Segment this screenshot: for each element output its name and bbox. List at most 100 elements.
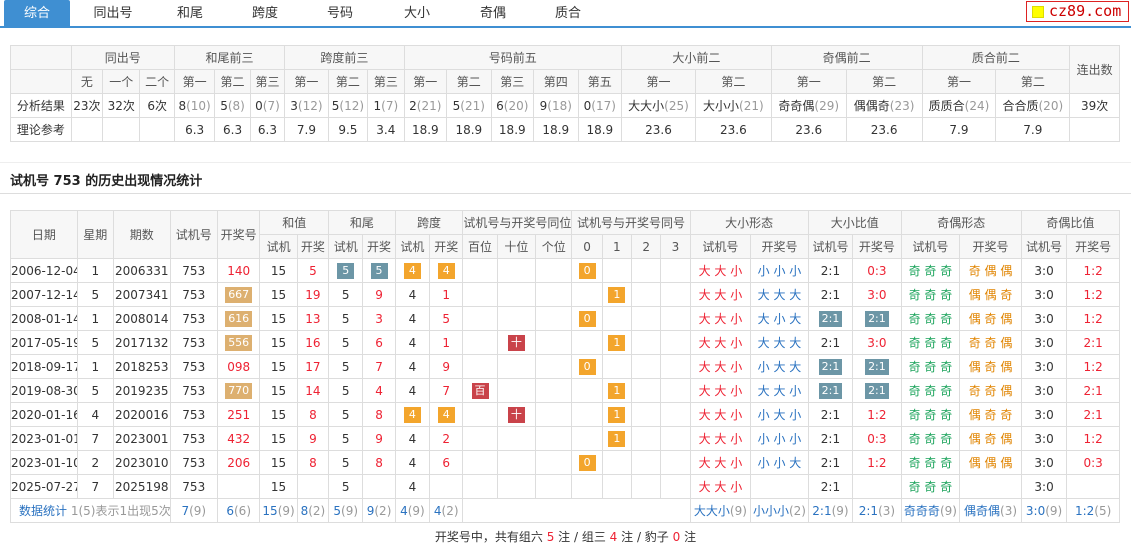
stats-cell: 小小小(2)	[750, 498, 809, 523]
span-cell: 4	[394, 306, 431, 331]
size-ratio-cell: 0:3	[852, 258, 902, 283]
same-number-cell	[660, 402, 691, 427]
col-header: 期数	[112, 210, 171, 259]
same-number-cell	[571, 282, 603, 307]
size-pattern-cell: 大 大 小	[689, 330, 752, 355]
parity-pattern-cell: 奇 奇 偶	[959, 378, 1022, 403]
size-ratio-cell: 2:1	[807, 426, 854, 451]
ref-cell: 6.3	[173, 117, 216, 142]
same-position-cell	[496, 474, 537, 499]
size-pattern-cell: 大 大 小	[750, 378, 809, 403]
same-number-cell	[631, 378, 662, 403]
tab-daxiao[interactable]: 大小	[382, 0, 452, 28]
table-row: 2023-01-01 7 2023001 753 432 15 9 5 9 4 2 1 大 大 小小 小…	[10, 426, 1120, 451]
span-cell: 4	[394, 474, 431, 499]
size-ratio-cell: 1:2	[852, 450, 902, 475]
sum-cell: 15	[259, 330, 298, 355]
stats-cell: 2:1(3)	[852, 498, 902, 523]
size-pattern-cell: 大 大 大	[750, 330, 809, 355]
ref-cell: 6.3	[249, 117, 286, 142]
ref-cell: 23.6	[845, 117, 923, 142]
same-number-cell	[660, 378, 691, 403]
sum-cell: 19	[296, 282, 330, 307]
same-position-cell	[462, 330, 498, 355]
history-table: 日期 星期 期数 试机号 开奖号 和值 和尾 跨度 试机号与开奖号同位 试机号与开奖号同号 大小形态…	[10, 210, 1121, 523]
sum-cell: 9	[296, 426, 330, 451]
size-pattern-cell: 大 大 小	[689, 402, 752, 427]
parity-ratio-cell: 3:0	[1020, 258, 1068, 283]
sub-header: 试机号	[689, 234, 752, 259]
group-header: 奇偶前二	[770, 45, 923, 70]
sub-header: 第二	[995, 69, 1071, 94]
tab-hewei[interactable]: 和尾	[155, 0, 225, 28]
same-number-cell	[631, 474, 662, 499]
weekday-cell: 1	[76, 306, 114, 331]
tab-haoma[interactable]: 号码	[305, 0, 375, 28]
number-badge: 0	[578, 310, 596, 327]
sub-header: 试机	[259, 234, 298, 259]
same-number-cell	[660, 282, 691, 307]
ref-cell: 7.9	[284, 117, 329, 142]
size-pattern-cell	[750, 474, 809, 499]
tail-cell: 3	[362, 306, 396, 331]
number-badge: 十	[507, 406, 525, 423]
stats-cell: 3:0(9)	[1020, 498, 1068, 523]
sub-header: 第二	[694, 69, 772, 94]
date-cell: 2025-07-27	[10, 474, 78, 499]
sum-cell: 15	[259, 378, 298, 403]
issue-cell: 2020016	[112, 402, 171, 427]
trial-number-cell: 753	[169, 306, 218, 331]
parity-pattern-cell: 偶 偶 奇	[959, 282, 1022, 307]
parity-pattern-cell: 奇 奇 奇	[900, 378, 961, 403]
number-badge: 5	[370, 262, 388, 279]
weekday-cell: 2	[76, 450, 114, 475]
result-cell: 6次	[139, 93, 175, 118]
table-row: 2007-12-14 5 2007341 753 667 15 19 5 9 4 1 1 大 大 小大 …	[10, 282, 1120, 307]
result-cell: 6(20)	[490, 93, 535, 118]
ref-cell: 23.6	[621, 117, 696, 142]
number-badge: 1	[608, 406, 626, 423]
stats-cell: 9(2)	[362, 498, 396, 523]
size-ratio-cell: 2:1	[807, 258, 854, 283]
number-badge: 2:1	[818, 382, 843, 399]
draw-number-cell: 770	[216, 378, 261, 403]
sum-cell: 8	[296, 402, 330, 427]
result-cell: 大小小(21)	[694, 93, 772, 118]
row-label: 分析结果	[10, 93, 72, 118]
tab-tongchu[interactable]: 同出号	[78, 0, 148, 28]
tab-jiou[interactable]: 奇偶	[458, 0, 528, 28]
sub-header: 试机号	[807, 234, 854, 259]
col-header: 开奖号	[216, 210, 261, 259]
parity-pattern-cell: 奇 奇 奇	[900, 282, 961, 307]
parity-pattern-cell: 奇 奇 奇	[900, 450, 961, 475]
sub-header: 一个	[102, 69, 141, 94]
result-cell: 2(21)	[403, 93, 448, 118]
same-position-cell	[535, 402, 573, 427]
issue-cell: 2008014	[112, 306, 171, 331]
table-row: 2020-01-16 4 2020016 753 251 15 8 5 8 4 4 十 1 大 大 小小 …	[10, 402, 1120, 427]
ref-cell: 18.9	[446, 117, 492, 142]
parity-ratio-cell: 0:3	[1066, 450, 1120, 475]
same-position-cell	[496, 450, 537, 475]
sum-cell: 8	[296, 450, 330, 475]
tail-cell	[362, 474, 396, 499]
weekday-cell: 5	[76, 378, 114, 403]
issue-cell: 2006331	[112, 258, 171, 283]
issue-cell: 2023001	[112, 426, 171, 451]
size-ratio-cell: 2:1	[807, 354, 854, 379]
parity-pattern-cell: 偶 奇 偶	[959, 354, 1022, 379]
tail-cell: 5	[362, 258, 396, 283]
same-number-cell	[660, 450, 691, 475]
sum-cell: 15	[259, 306, 298, 331]
draw-number-cell: 432	[216, 426, 261, 451]
tab-kuadu[interactable]: 跨度	[230, 0, 300, 28]
number-badge: 2:1	[818, 358, 843, 375]
span-cell: 4	[429, 258, 464, 283]
weekday-cell: 7	[76, 474, 114, 499]
tab-zonghe[interactable]: 综合	[4, 0, 70, 28]
parity-pattern-cell: 奇 奇 奇	[900, 330, 961, 355]
tab-zhihe[interactable]: 质合	[533, 0, 603, 28]
site-logo[interactable]: cz89.com	[1026, 1, 1129, 22]
issue-cell: 2017132	[112, 330, 171, 355]
span-cell: 4	[394, 354, 431, 379]
